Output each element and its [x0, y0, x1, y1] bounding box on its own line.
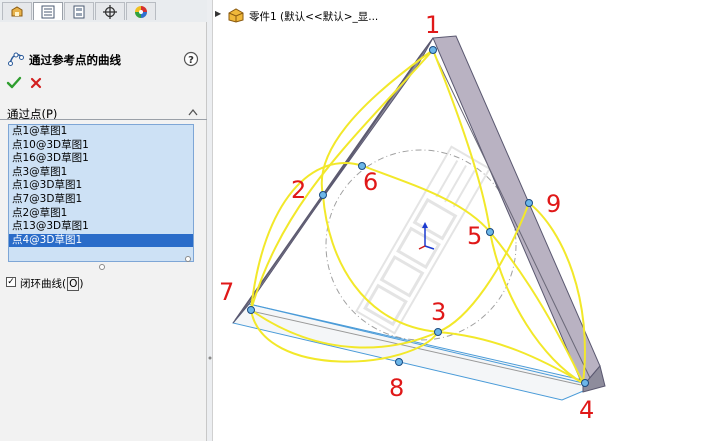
checkmark-icon [6, 76, 22, 89]
chevron-up-icon[interactable] [188, 108, 198, 116]
closed-curve-checkbox[interactable]: ✓ [6, 277, 16, 287]
graphics-viewport[interactable]: ▶ 零件1 (默认<<默认>_显... 1 2 3 4 5 6 7 8 9 [213, 0, 715, 441]
through-points-list[interactable]: 点1@草图1 点10@3D草图1 点16@3D草图1 点3@草图1 点1@3D草图1 点7… [8, 124, 194, 262]
point-9[interactable] [525, 199, 533, 207]
closed-curve-shortcut: O [67, 277, 80, 291]
point-2[interactable] [319, 191, 327, 199]
annotation-1: 1 [425, 11, 440, 39]
annotation-3: 3 [431, 298, 446, 326]
reference-circle [325, 149, 517, 341]
feature-title-row: 通过参考点的曲线 ? [0, 48, 207, 70]
group-divider [0, 119, 207, 120]
display-manager-icon [135, 5, 147, 18]
list-item[interactable]: 点7@3D草图1 [9, 193, 193, 207]
list-item[interactable]: 点3@草图1 [9, 166, 193, 180]
configuration-manager-icon [73, 5, 85, 18]
point-8[interactable] [395, 358, 403, 366]
list-item[interactable]: 点2@草图1 [9, 207, 193, 221]
closed-curve-label: 闭环曲线(O) [20, 277, 84, 291]
point-1[interactable] [429, 46, 437, 54]
help-label: ? [188, 55, 194, 66]
annotation-5: 5 [467, 222, 482, 250]
list-item[interactable]: 点10@3D草图1 [9, 139, 193, 153]
help-icon[interactable]: ? [183, 51, 199, 67]
cancel-button[interactable] [28, 75, 44, 91]
tab-property-manager[interactable] [33, 2, 63, 20]
ok-button[interactable] [6, 75, 22, 91]
model-scene: 1 2 3 4 5 6 7 8 9 [219, 11, 606, 424]
list-resize-handle[interactable] [185, 256, 191, 262]
list-item[interactable]: 点16@3D草图1 [9, 152, 193, 166]
point-3[interactable] [434, 328, 442, 336]
point-7[interactable] [247, 306, 255, 314]
tab-display-manager[interactable] [126, 2, 156, 20]
closed-curve-text: 闭环曲线 [20, 278, 62, 290]
through-points-group-header[interactable]: 通过点(P) [0, 103, 207, 123]
tab-feature-manager[interactable] [2, 2, 32, 20]
list-item[interactable]: 点1@草图1 [9, 125, 193, 139]
annotation-2: 2 [291, 176, 306, 204]
annotation-8: 8 [389, 374, 404, 402]
property-manager-icon [41, 5, 55, 18]
list-item[interactable]: 点1@3D草图1 [9, 179, 193, 193]
feature-title: 通过参考点的曲线 [29, 53, 121, 67]
list-height-handle[interactable] [99, 264, 105, 270]
curve-through-points-icon [8, 52, 24, 66]
list-item[interactable]: 点4@3D草图1 [9, 233, 193, 248]
annotation-7: 7 [219, 278, 234, 306]
close-icon [30, 77, 42, 89]
annotation-9: 9 [546, 190, 561, 218]
list-item[interactable]: 点13@3D草图1 [9, 220, 193, 234]
feature-manager-icon [11, 5, 23, 16]
property-manager-panel: 通过参考点的曲线 ? 通过点(P) 点1@草图1 点10@3D草图1 点16@3D草… [0, 0, 207, 441]
point-4[interactable] [581, 379, 589, 387]
point-5[interactable] [486, 228, 494, 236]
annotation-6: 6 [363, 168, 378, 196]
manager-tab-bar [0, 0, 207, 22]
annotation-4: 4 [579, 396, 594, 424]
tab-dimxpert[interactable] [95, 2, 125, 20]
dimxpert-icon [103, 4, 117, 19]
tab-configuration-manager[interactable] [64, 2, 94, 20]
